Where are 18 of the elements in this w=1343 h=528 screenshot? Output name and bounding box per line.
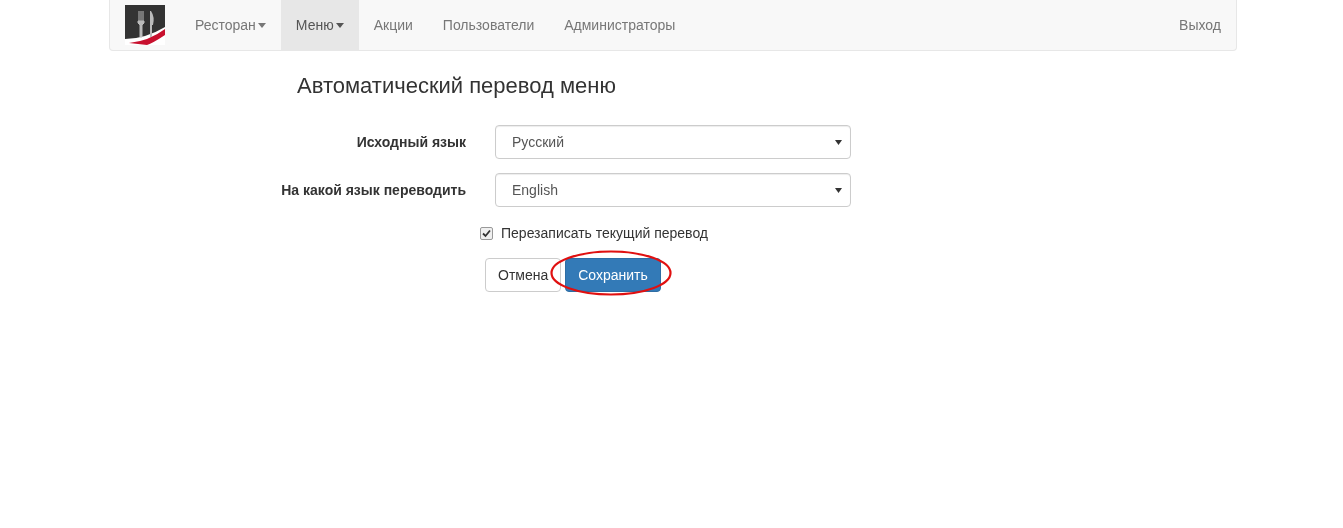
logout-link[interactable]: Выход [1164,0,1236,50]
field-label: Исходный язык [355,134,467,150]
language-select[interactable]: English [495,173,851,207]
cutlery-logo-icon[interactable] [125,5,165,45]
checkbox-label: Перезаписать текущий перевод [501,225,709,241]
page-title: Автоматический перевод меню [297,73,617,99]
nav-tab[interactable]: Ресторан [180,0,281,50]
nav-tab[interactable]: Меню [280,0,359,50]
save-button[interactable]: Сохранить [565,258,661,292]
field-label: На какой язык переводить [281,182,467,198]
checkbox[interactable] [480,226,493,240]
nav-tab[interactable]: Пользователи [427,0,550,50]
language-select[interactable]: Русский [495,125,851,159]
dropdown-arrow-icon [835,139,842,145]
dropdown-arrow-icon [835,187,842,193]
nav-tab[interactable]: Администраторы [549,0,691,50]
nav-tab[interactable]: Акции [358,0,428,50]
cancel-button[interactable]: Отмена [485,258,562,292]
